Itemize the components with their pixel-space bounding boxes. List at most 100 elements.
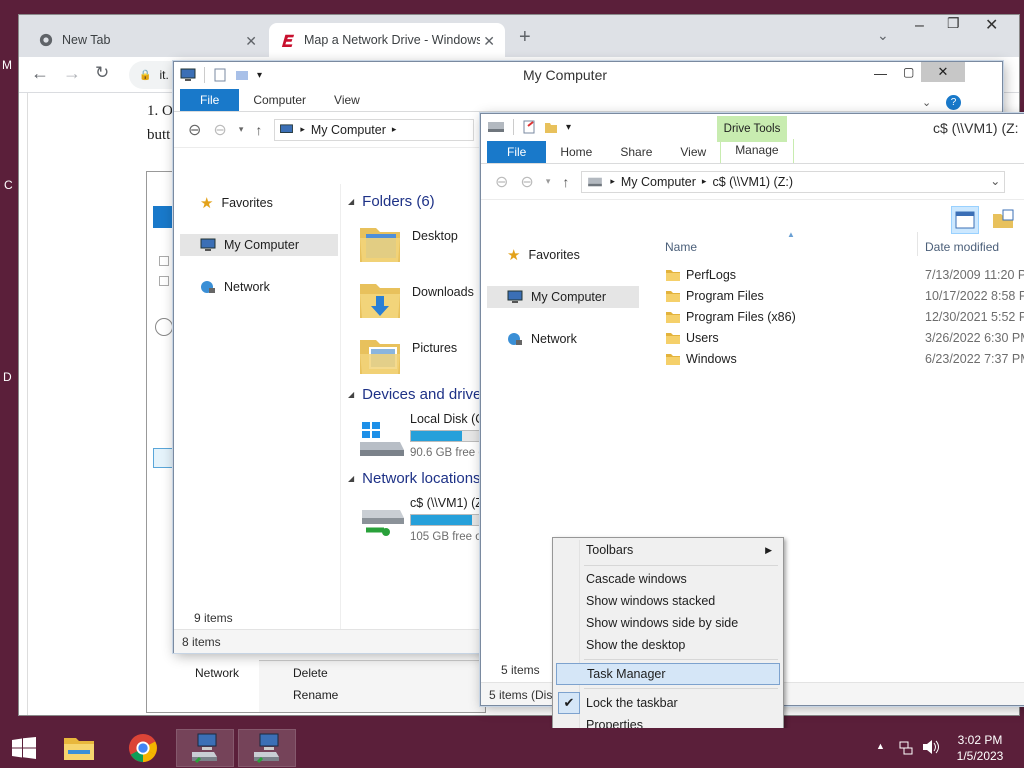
group-folders[interactable]: ◢ Folders (6) <box>348 190 482 212</box>
tab-view[interactable]: View <box>320 89 374 111</box>
folder-pictures[interactable]: Pictures <box>358 332 457 378</box>
breadcrumb-drive[interactable]: c$ (\\VM1) (Z:) <box>712 175 793 189</box>
new-tab-icon[interactable]: + <box>519 26 531 49</box>
file-date: 10/17/2022 8:58 PM <box>925 289 1024 303</box>
file-row[interactable]: Program Files (x86) 12/30/2021 5:52 PM <box>657 307 1024 328</box>
help-icon[interactable]: ? <box>946 95 961 110</box>
new-folder-icon[interactable] <box>235 68 249 82</box>
maximize-icon[interactable]: ▢ <box>903 65 914 79</box>
address-box[interactable]: ▸ My Computer ▸ c$ (\\VM1) (Z:) ⌄ <box>581 170 1006 193</box>
tab-view[interactable]: View <box>666 141 720 163</box>
minimize-icon[interactable]: – <box>915 17 924 35</box>
nav-label: Network <box>224 280 270 294</box>
forward-icon[interactable]: ⊖ <box>213 120 226 140</box>
file-date: 3/26/2022 6:30 PM <box>925 331 1024 345</box>
group-devices[interactable]: ◢ Devices and drive <box>348 386 481 403</box>
breadcrumb-my-computer[interactable]: My Computer <box>621 175 696 189</box>
menu-item-lock-the-taskbar[interactable]: ✔ Lock the taskbar <box>556 692 780 714</box>
computer-icon <box>200 238 216 252</box>
nav-item-network[interactable]: Network <box>180 276 270 298</box>
inner-status: 9 items <box>194 611 233 625</box>
recent-locations-icon[interactable]: ▾ <box>546 176 551 187</box>
tab-share[interactable]: Share <box>606 141 666 163</box>
chrome-icon <box>128 733 158 763</box>
tab-map-network-drive[interactable]: Map a Network Drive - Windows ✕ <box>269 23 505 57</box>
forward-icon[interactable]: ⊖ <box>520 172 533 192</box>
tab-file[interactable]: File <box>487 141 547 163</box>
start-button[interactable] <box>0 729 48 767</box>
taskbar-file-explorer[interactable] <box>50 729 108 767</box>
file-row[interactable]: PerfLogs 7/13/2009 11:20 PM <box>657 265 1024 286</box>
close-tab-icon[interactable]: ✕ <box>245 33 257 50</box>
nav-item-favorites[interactable]: ★ Favorites <box>487 244 580 266</box>
group-network-locations[interactable]: ◢ Network locations <box>348 470 481 487</box>
nav-item-favorites[interactable]: ★ Favorites <box>180 192 273 214</box>
network-drive-icon <box>358 502 406 542</box>
file-row[interactable]: Windows 6/23/2022 7:37 PM <box>657 349 1024 370</box>
nav-item-network[interactable]: Network <box>487 328 577 350</box>
nav-item-my-computer[interactable]: My Computer <box>487 286 639 308</box>
back-icon[interactable]: ⊖ <box>495 172 508 192</box>
title-bar[interactable]: ▾ My Computer — ▢ ✕ <box>174 62 1002 88</box>
local-disk-c[interactable]: Local Disk (C 90.6 GB free o <box>358 412 482 462</box>
new-folder-icon[interactable] <box>544 120 558 134</box>
tab-search-icon[interactable]: ⌄ <box>877 27 889 44</box>
address-area: ⊖ ⊖ ▾ ↑ ▸ My Computer ▸ c$ (\\VM1) (Z:) … <box>481 164 1024 200</box>
volume-icon[interactable] <box>922 739 940 755</box>
back-icon[interactable]: ⊖ <box>188 120 201 140</box>
computer-icon <box>507 290 523 304</box>
tab-new-tab[interactable]: New Tab ✕ <box>27 23 267 57</box>
tab-manage[interactable]: Manage <box>720 139 794 163</box>
menu-item-toolbars[interactable]: Toolbars ▶ <box>556 539 780 561</box>
menu-item-task-manager[interactable]: Task Manager <box>556 663 780 685</box>
up-icon[interactable]: ↑ <box>255 122 262 138</box>
close-tab-icon[interactable]: ✕ <box>483 33 495 50</box>
title-bar[interactable]: ▾ Drive Tools c$ (\\VM1) (Z: <box>481 114 1024 142</box>
menu-item-show-windows-stacked[interactable]: Show windows stacked <box>556 590 780 612</box>
column-name[interactable]: Name <box>665 240 697 254</box>
reload-icon[interactable]: ↻ <box>95 63 109 83</box>
taskbar-chrome[interactable] <box>114 729 172 767</box>
menu-item-cascade-windows[interactable]: Cascade windows <box>556 568 780 590</box>
recent-locations-icon[interactable]: ▾ <box>239 124 244 135</box>
tab-file[interactable]: File <box>180 89 240 111</box>
folder-desktop[interactable]: Desktop <box>358 220 458 266</box>
menu-item-show-windows-side-by-side[interactable]: Show windows side by side <box>556 612 780 634</box>
minimize-icon[interactable]: — <box>874 66 887 81</box>
breadcrumb-my-computer[interactable]: My Computer <box>311 123 386 137</box>
nav-item-my-computer[interactable]: My Computer <box>180 234 338 256</box>
preview-pane-icon[interactable] <box>991 208 1015 232</box>
folder-downloads[interactable]: Downloads <box>358 276 474 322</box>
properties-icon[interactable] <box>522 120 536 134</box>
clock-date: 1/5/2023 <box>956 749 1004 763</box>
maximize-icon[interactable]: ❐ <box>947 15 960 32</box>
properties-icon[interactable] <box>213 68 227 82</box>
ribbon-tabs: File Home Share View Manage <box>481 139 1024 164</box>
column-date-modified[interactable]: Date modified <box>925 240 999 254</box>
close-icon[interactable]: ✕ <box>985 15 998 35</box>
taskbar-network-drive-window[interactable] <box>238 729 296 767</box>
address-box[interactable]: ▸ My Computer ▸ <box>274 118 475 141</box>
taskbar-my-computer-window[interactable] <box>176 729 234 767</box>
tab-home[interactable]: Home <box>546 141 606 163</box>
show-hidden-icons-icon[interactable]: ▲ <box>876 741 885 751</box>
customize-qat-icon[interactable]: ▾ <box>566 122 571 133</box>
close-button[interactable]: ✕ <box>921 62 965 82</box>
hard-drive-windows-icon <box>358 418 406 458</box>
back-icon[interactable]: ← <box>31 63 49 84</box>
expand-ribbon-icon[interactable]: ⌄ <box>922 96 931 109</box>
network-status-icon[interactable] <box>898 739 914 755</box>
page-step-text: 1. O <box>147 103 173 119</box>
tab-computer[interactable]: Computer <box>239 89 320 111</box>
menu-item-show-the-desktop[interactable]: Show the desktop <box>556 634 780 656</box>
details-pane-icon[interactable] <box>951 206 979 234</box>
file-row[interactable]: Program Files 10/17/2022 8:58 PM <box>657 286 1024 307</box>
address-dropdown-icon[interactable]: ⌄ <box>990 174 1000 188</box>
up-icon[interactable]: ↑ <box>562 174 569 190</box>
file-row[interactable]: Users 3/26/2022 6:30 PM <box>657 328 1024 349</box>
network-drive-z[interactable]: c$ (\\VM1) (Z 105 GB free o <box>358 496 482 546</box>
customize-qat-icon[interactable]: ▾ <box>257 70 262 81</box>
breadcrumb-separator-icon: ▸ <box>701 176 707 186</box>
clock[interactable]: 3:02 PM 1/5/2023 <box>950 732 1010 764</box>
forward-icon[interactable]: → <box>63 63 81 84</box>
